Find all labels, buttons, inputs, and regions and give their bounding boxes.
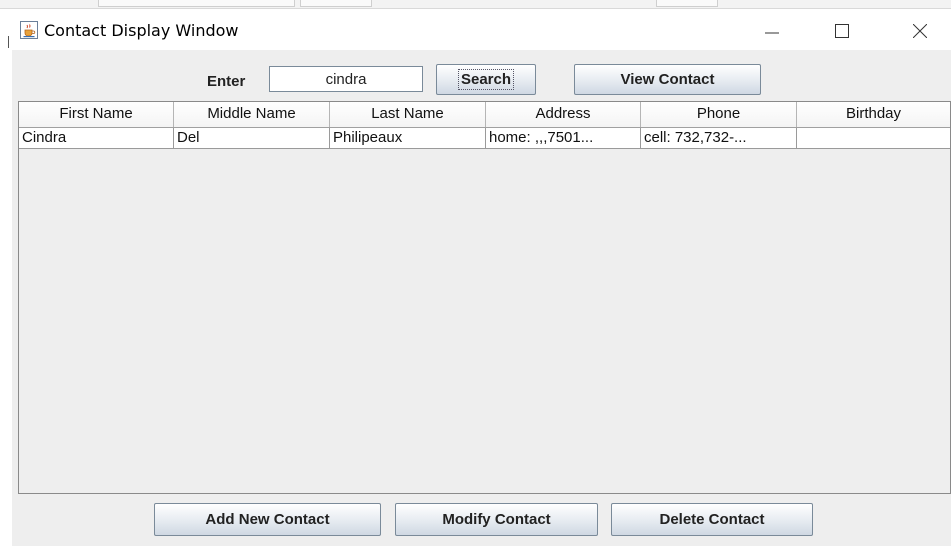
column-header-phone[interactable]: Phone xyxy=(641,102,797,127)
column-header-address[interactable]: Address xyxy=(486,102,641,127)
modify-contact-button[interactable]: Modify Contact xyxy=(395,503,598,536)
background-segment xyxy=(98,0,295,7)
table-header: First Name Middle Name Last Name Address… xyxy=(19,102,950,128)
background-segment xyxy=(300,0,372,7)
delete-contact-button[interactable]: Delete Contact xyxy=(611,503,813,536)
cell-first-name[interactable]: Cindra xyxy=(19,128,174,148)
cell-phone[interactable]: cell: 732,732-... xyxy=(641,128,797,148)
minimize-button[interactable] xyxy=(750,12,794,50)
search-input[interactable] xyxy=(269,66,423,92)
background-divider xyxy=(8,36,9,48)
background-window-strip xyxy=(0,0,951,9)
title-bar[interactable]: Contact Display Window xyxy=(12,12,951,50)
column-header-last-name[interactable]: Last Name xyxy=(330,102,486,127)
close-button[interactable] xyxy=(898,12,942,50)
view-contact-button[interactable]: View Contact xyxy=(574,64,761,95)
cell-birthday[interactable] xyxy=(797,128,950,148)
maximize-icon xyxy=(835,24,849,38)
column-header-first-name[interactable]: First Name xyxy=(19,102,174,127)
column-header-middle-name[interactable]: Middle Name xyxy=(174,102,330,127)
cell-address[interactable]: home: ,,,7501... xyxy=(486,128,641,148)
window-title: Contact Display Window xyxy=(44,21,239,40)
contact-display-window: Contact Display Window Enter Search View… xyxy=(12,12,951,546)
enter-label: Enter xyxy=(207,73,246,90)
search-button-label: Search xyxy=(457,69,515,90)
maximize-button[interactable] xyxy=(820,12,864,50)
table-row[interactable]: Cindra Del Philipeaux home: ,,,7501... c… xyxy=(19,128,950,149)
cell-last-name[interactable]: Philipeaux xyxy=(330,128,486,148)
minimize-icon xyxy=(765,32,779,34)
cell-middle-name[interactable]: Del xyxy=(174,128,330,148)
contacts-table[interactable]: First Name Middle Name Last Name Address… xyxy=(18,101,951,494)
background-segment xyxy=(656,0,718,7)
close-icon xyxy=(913,24,927,38)
table-body: Cindra Del Philipeaux home: ,,,7501... c… xyxy=(19,128,950,149)
column-header-birthday[interactable]: Birthday xyxy=(797,102,950,127)
add-new-contact-button[interactable]: Add New Contact xyxy=(154,503,381,536)
java-coffee-icon xyxy=(20,21,38,39)
search-button[interactable]: Search xyxy=(436,64,536,95)
